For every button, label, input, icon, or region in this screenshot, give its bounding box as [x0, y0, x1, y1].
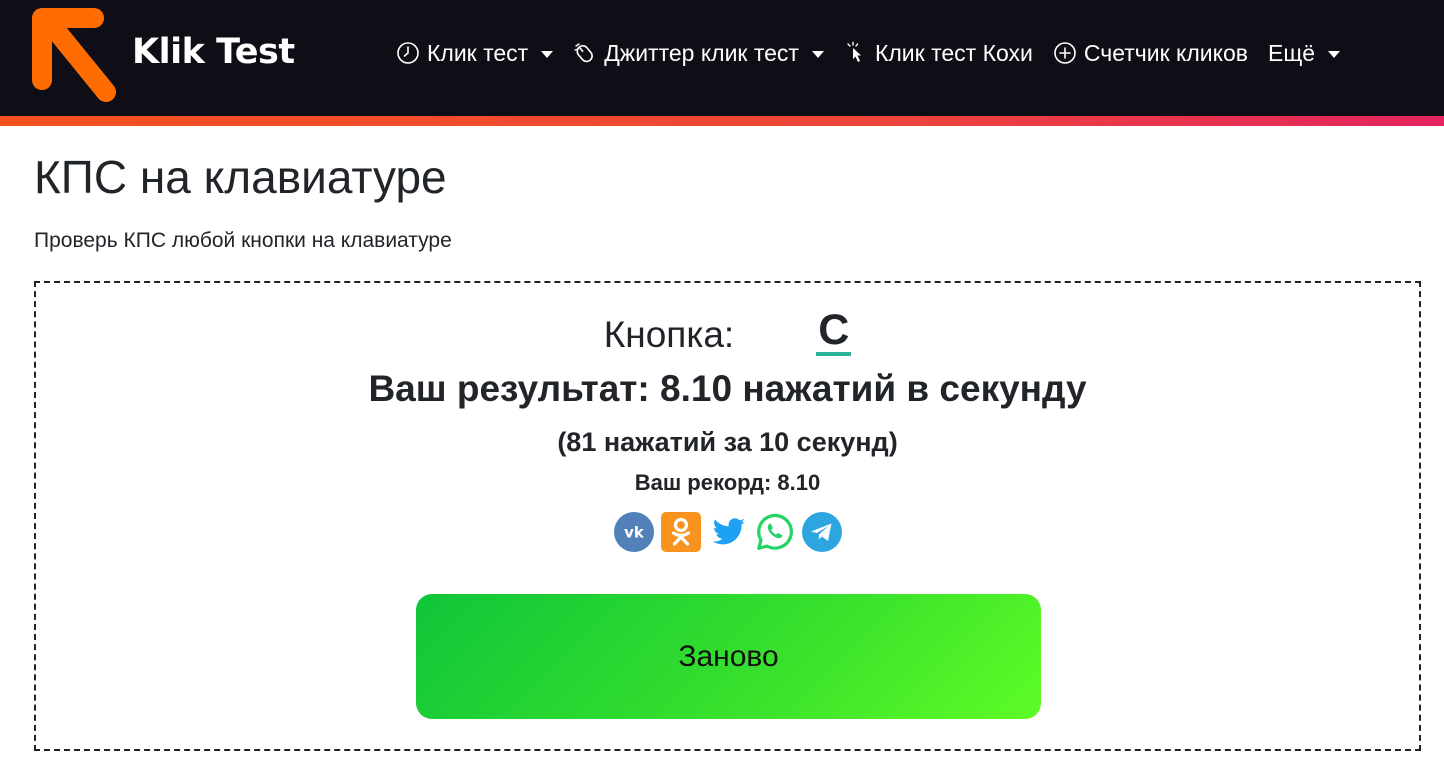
header-accent-strip: [0, 116, 1444, 126]
share-buttons: vk: [36, 512, 1419, 552]
nav-kohi-test-label: Клик тест Кохи: [874, 39, 1033, 66]
plus-circle-icon: [1054, 42, 1076, 64]
top-navbar: Klik Test Клик тест Джиттер клик тест Кл…: [0, 0, 1444, 116]
clock-icon: [397, 42, 419, 64]
page-subtitle: Проверь КПС любой кнопки на клавиатуре: [34, 229, 452, 252]
nav-kohi-test[interactable]: Клик тест Кохи: [844, 40, 1033, 67]
result-cps: Ваш результат: 8.10 нажатий в секунду: [368, 368, 1087, 409]
key-label: Кнопка:: [603, 314, 735, 355]
chevron-down-icon: [811, 50, 824, 58]
logo-arrow-icon: [32, 8, 116, 102]
nav-more-label: Ещё: [1267, 39, 1316, 66]
nav-click-counter[interactable]: Счетчик кликов: [1053, 40, 1248, 67]
odnoklassniki-icon[interactable]: [660, 512, 701, 552]
main-nav: Клик тест Джиттер клик тест Клик тест Ко…: [396, 36, 1341, 70]
result-detail: (81 нажатий за 10 секунд): [557, 427, 898, 457]
nav-jitter-test[interactable]: Джиттер клик тест: [573, 40, 824, 67]
cursor-click-icon: [847, 41, 861, 62]
nav-click-test-label: Клик тест: [427, 39, 529, 66]
chevron-down-icon: [541, 50, 554, 58]
nav-more[interactable]: Ещё: [1267, 39, 1341, 67]
key-value: C: [816, 306, 852, 356]
svg-text:vk: vk: [624, 524, 645, 542]
whatsapp-icon[interactable]: [755, 512, 795, 552]
twitter-icon[interactable]: [708, 512, 748, 552]
test-area[interactable]: Кнопка: C Ваш результат: 8.10 нажатий в …: [34, 281, 1421, 751]
nav-jitter-test-label: Джиттер клик тест: [604, 39, 799, 66]
vk-icon[interactable]: vk: [613, 512, 654, 552]
nav-click-counter-label: Счетчик кликов: [1083, 39, 1248, 66]
key-row: Кнопка: C: [36, 306, 1419, 356]
logo-text: Klik Test: [132, 32, 295, 72]
restart-button[interactable]: Заново: [416, 594, 1041, 719]
nav-click-test[interactable]: Клик тест: [396, 39, 554, 67]
chevron-down-icon: [1328, 50, 1341, 58]
mouse-icon: [574, 43, 594, 63]
telegram-icon[interactable]: [801, 512, 842, 552]
page-title: КПС на клавиатуре: [34, 151, 447, 203]
site-logo[interactable]: Klik Test: [28, 4, 295, 104]
record-value: Ваш рекорд: 8.10: [634, 470, 821, 495]
